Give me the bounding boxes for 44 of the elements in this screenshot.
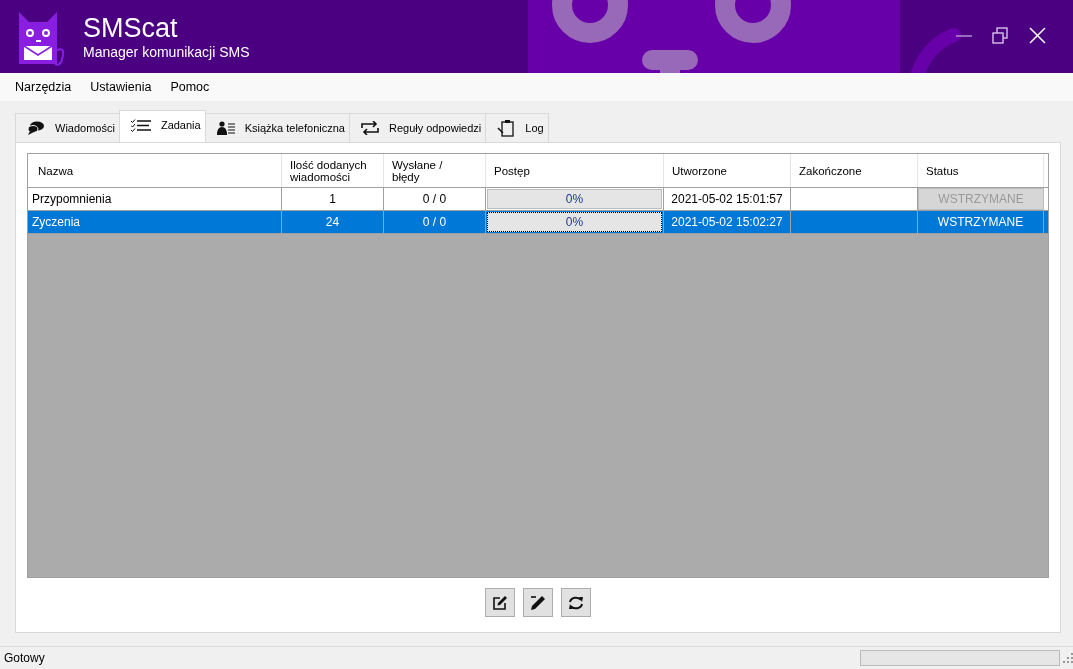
column-header[interactable]: Nazwa bbox=[28, 154, 282, 187]
cat-envelope-logo bbox=[17, 9, 65, 66]
column-header[interactable]: Zakończone bbox=[791, 154, 918, 187]
tab[interactable]: Log bbox=[485, 113, 549, 142]
app-title: SMScat bbox=[83, 13, 179, 43]
checklist-icon bbox=[130, 118, 151, 132]
progress-text: 0% bbox=[565, 215, 584, 229]
swap-arrows-icon bbox=[360, 121, 379, 135]
resize-grip-icon bbox=[1063, 653, 1073, 663]
column-header[interactable]: Ilość dodanych wiadomości bbox=[282, 154, 384, 187]
person-list-icon bbox=[216, 121, 235, 135]
menu-item[interactable]: Ustawienia bbox=[90, 80, 152, 94]
table-cell: Zyczenia bbox=[28, 211, 282, 233]
column-header[interactable]: Utworzone bbox=[664, 154, 791, 187]
clipboard-icon bbox=[497, 119, 516, 137]
table-cell: 1 bbox=[282, 188, 384, 210]
table-cell: 24 bbox=[282, 211, 384, 233]
progress-text: 0% bbox=[565, 192, 584, 206]
refresh-icon bbox=[568, 594, 584, 611]
table-cell: 2021-05-02 15:02:27 bbox=[664, 211, 791, 233]
table-cell: Przypomnienia bbox=[28, 188, 282, 210]
speech-bubbles-icon bbox=[27, 121, 45, 135]
toolbar-button[interactable] bbox=[523, 588, 553, 617]
table-row[interactable]: Przypomnienia 1 0 / 0 0% 2021-05-02 15:01:57 WSTRZYMANE bbox=[28, 188, 1048, 211]
menu-item[interactable]: Narzędzia bbox=[15, 80, 72, 94]
toolbar-button[interactable] bbox=[485, 588, 515, 617]
tab[interactable]: Wiadomości bbox=[15, 113, 120, 142]
restore-icon[interactable] bbox=[992, 27, 1009, 44]
column-header[interactable]: Status bbox=[918, 154, 1044, 187]
table-row[interactable]: Zyczenia 24 0 / 0 0% 2021-05-02 15:02:27 WSTRZYMANE bbox=[28, 211, 1048, 234]
menu-item[interactable]: Pomoc bbox=[170, 80, 210, 94]
table-cell: 2021-05-02 15:01:57 bbox=[664, 188, 791, 210]
column-header[interactable]: Wysłane / błędy bbox=[384, 154, 486, 187]
table-cell: 0 / 0 bbox=[384, 211, 486, 233]
column-header[interactable]: Postęp bbox=[486, 154, 664, 187]
toolbar-button[interactable] bbox=[561, 588, 591, 617]
tab[interactable]: Zadania bbox=[118, 110, 206, 142]
pencil-icon bbox=[530, 594, 546, 611]
status-cell[interactable]: WSTRZYMANE bbox=[918, 211, 1044, 233]
edit-icon bbox=[492, 594, 508, 611]
status-text: Gotowy bbox=[4, 651, 45, 665]
close-icon[interactable] bbox=[1029, 27, 1046, 44]
table-cell: 0 / 0 bbox=[384, 188, 486, 210]
app-subtitle: Manager komunikacji SMS bbox=[83, 44, 250, 60]
